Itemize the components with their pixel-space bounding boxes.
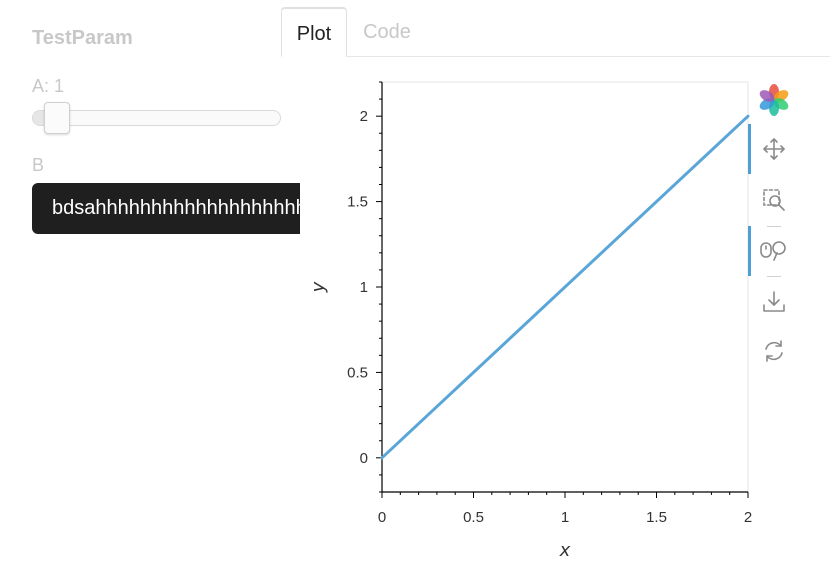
download-icon	[763, 291, 785, 312]
y-axis-title: y	[308, 281, 329, 293]
box-zoom-icon	[763, 189, 785, 211]
x-tick-label-4: 2	[744, 509, 752, 526]
series-line	[380, 114, 750, 460]
bokeh-logo-icon[interactable]	[748, 80, 800, 120]
y-tick-label-2: 1	[360, 279, 368, 296]
pan-tool[interactable]	[748, 129, 800, 169]
slider-label: A: 1	[32, 76, 65, 96]
reset-icon	[765, 340, 783, 362]
wheel-zoom-icon	[760, 241, 786, 261]
y-tick-label-0: 0	[360, 450, 368, 467]
x-axis-title: x	[559, 540, 571, 560]
y-tick-label-4: 2	[360, 108, 368, 125]
param-title: TestParam	[32, 27, 133, 49]
y-tick-label-3: 1.5	[347, 194, 368, 211]
x-tick-label-0: 0	[378, 509, 386, 526]
x-tick-label-1: 0.5	[463, 509, 484, 526]
reset-tool[interactable]	[748, 331, 800, 371]
plot-toolbar	[748, 80, 800, 380]
tab-code[interactable]: Code	[347, 7, 427, 57]
slider-handle[interactable]	[44, 102, 70, 134]
toolbar-separator	[767, 226, 781, 227]
plot-area[interactable]: 0 0.5 1 1.5 2 0 0.5 1 1.5 2 x y	[300, 60, 760, 560]
pan-move-icon	[763, 138, 785, 160]
box-zoom-tool[interactable]	[748, 180, 800, 220]
save-tool[interactable]	[748, 282, 800, 322]
x-tick-label-3: 1.5	[646, 509, 667, 526]
text-input[interactable]: bdsahhhhhhhhhhhhhhhhhhhhhh	[32, 183, 300, 234]
field-label: B	[32, 155, 45, 175]
wheel-zoom-tool[interactable]	[748, 230, 800, 270]
toolbar-separator	[767, 276, 781, 277]
tabs-bar: Plot Code	[281, 7, 830, 57]
tab-plot[interactable]: Plot	[281, 7, 347, 57]
x-tick-label-2: 1	[561, 509, 569, 526]
y-tick-label-1: 0.5	[347, 364, 368, 381]
